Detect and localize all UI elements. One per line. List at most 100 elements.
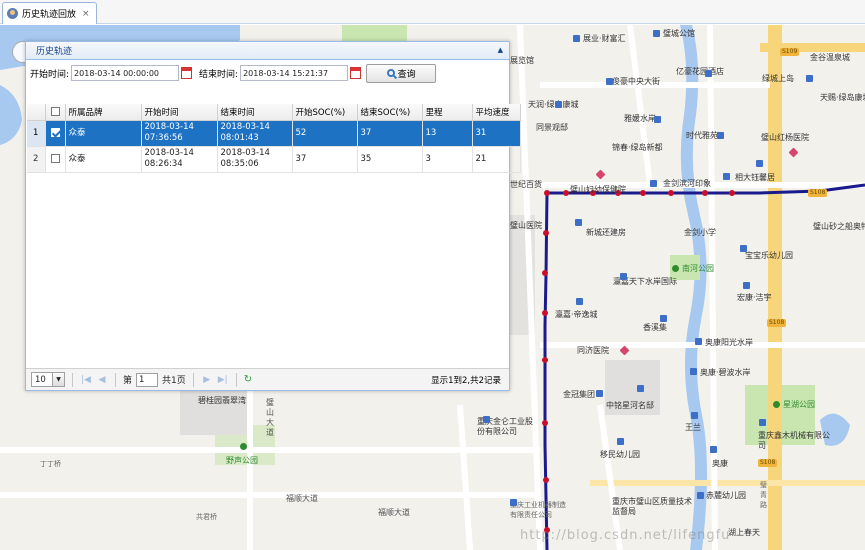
chevron-down-icon[interactable]: ▼: [52, 373, 64, 386]
map-label: 星湖公园: [783, 400, 815, 409]
poi-icon: [620, 273, 627, 280]
park-icon: [672, 265, 679, 272]
map-label: 璧城公馆: [663, 29, 695, 38]
col-mileage-header[interactable]: 里程: [422, 104, 473, 121]
poi-icon: [576, 298, 583, 305]
map-label: 重庆市璧山区质量技术监督局: [612, 497, 692, 516]
map-label: 重庆工业机器制造有限责任公司: [510, 501, 566, 519]
map-label: 璧山妇幼保健院: [570, 185, 626, 194]
page-size-value: 10: [35, 374, 46, 385]
poi-icon: [690, 368, 697, 375]
next-page-icon[interactable]: ▶: [201, 375, 213, 385]
calendar-icon[interactable]: [181, 67, 193, 79]
cell-start-soc: 52: [292, 120, 358, 147]
map-label: 移民幼儿园: [600, 450, 640, 459]
map-label: 福顺大道: [378, 508, 410, 517]
query-button-label: 查询: [397, 69, 416, 80]
row-select-cell[interactable]: [45, 146, 66, 173]
poi-icon: [705, 70, 712, 77]
poi-icon: [756, 160, 763, 167]
map-label: 亿豪花园酒店: [676, 67, 724, 76]
select-all-checkbox[interactable]: [50, 106, 60, 116]
refresh-icon[interactable]: ↻: [244, 374, 252, 385]
divider: [72, 372, 73, 387]
row-number: 1: [27, 120, 46, 147]
poi-icon: [555, 101, 562, 108]
divider: [235, 372, 237, 387]
map-label: 奥康: [712, 459, 728, 468]
poi-icon: [759, 419, 766, 426]
road-shield: S108: [758, 459, 778, 467]
col-start-time-header[interactable]: 开始时间: [141, 104, 218, 121]
tab-label: 历史轨迹回放: [22, 10, 77, 20]
row-checkbox[interactable]: [50, 127, 60, 137]
col-end-time-header[interactable]: 结束时间: [217, 104, 293, 121]
map-label: 共君桥: [196, 513, 217, 521]
map-label: 金剑滨河印象: [663, 179, 711, 188]
page-number-value: 1: [139, 374, 145, 385]
map-label: 时代雅苑: [686, 131, 718, 140]
cell-end-date: 2018-03-14: [220, 148, 270, 158]
poi-icon: [653, 30, 660, 37]
watermark: http://blog.csdn.net/lifengfu: [520, 528, 731, 543]
map-label: 同济医院: [577, 346, 609, 355]
poi-icon: [654, 116, 661, 123]
map-label: 璧山医院: [510, 221, 542, 230]
search-toolbar: 开始时间: 2018-03-14 00:00:00 结束时间: 2018-03-…: [26, 60, 509, 86]
map-label: 相大钰馨居: [735, 173, 775, 182]
poi-icon: [717, 132, 724, 139]
poi-icon: [650, 180, 657, 187]
map-label: 中铭星河名邸: [606, 401, 654, 410]
poi-icon: [596, 390, 603, 397]
cell-end-time: 2018-03-14 08:01:43: [217, 120, 293, 147]
poi-icon: [740, 245, 747, 252]
row-select-cell[interactable]: [45, 120, 66, 147]
map-label: 天赐·绿岛康城温泉度假: [820, 93, 865, 102]
road-shield: S108: [808, 189, 828, 197]
first-page-icon[interactable]: |◀: [80, 375, 92, 385]
tab-history-playback[interactable]: 历史轨迹回放 ×: [2, 2, 97, 24]
map-label: 绿城上岛: [762, 74, 794, 83]
last-page-icon[interactable]: ▶|: [217, 375, 229, 385]
prev-page-icon[interactable]: ◀: [96, 375, 108, 385]
cell-start-date: 2018-03-14: [144, 122, 194, 132]
end-time-label: 结束时间:: [199, 69, 239, 80]
poi-icon: [606, 78, 613, 85]
close-icon[interactable]: ×: [82, 9, 90, 19]
page-number-input[interactable]: 1: [136, 372, 159, 387]
select-all-header[interactable]: [45, 104, 66, 121]
poi-icon: [695, 338, 702, 345]
panel-title: 历史轨迹: [36, 47, 73, 57]
start-time-field[interactable]: 2018-03-14 00:00:00: [71, 65, 193, 81]
map-label: 金剑小学: [684, 228, 716, 237]
collapse-icon[interactable]: ▲: [498, 46, 503, 54]
table-row[interactable]: 1 众泰 2018-03-14 07:36:56 2018-03-14 08:01:…: [27, 120, 521, 147]
calendar-icon[interactable]: [350, 67, 362, 79]
cell-end-clock: 08:35:06: [220, 159, 259, 169]
map-label: 野声公园: [226, 456, 258, 465]
poi-icon: [617, 438, 624, 445]
pagination-bar: 10 ▼ |◀ ◀ 第 1 共1页 ▶ ▶| ↻ 显示1到2,共2记录: [26, 368, 509, 390]
map-label: 展览馆: [510, 56, 534, 65]
poi-icon: [510, 499, 517, 506]
query-button[interactable]: 查询: [366, 63, 437, 83]
cell-brand: 众泰: [65, 146, 142, 173]
row-number: 2: [27, 146, 46, 173]
map-label: 雅媛水岸: [624, 114, 656, 123]
poi-icon: [637, 385, 644, 392]
col-avg-speed-header[interactable]: 平均速度: [472, 104, 521, 121]
page-size-select[interactable]: 10 ▼: [31, 372, 65, 387]
col-brand-header[interactable]: 所属品牌: [65, 104, 142, 121]
map-label: 宝宝乐幼儿园: [745, 251, 793, 260]
col-start-soc-header[interactable]: 开始SOC(%): [292, 104, 358, 121]
col-end-soc-header[interactable]: 结束SOC(%): [357, 104, 423, 121]
end-time-field[interactable]: 2018-03-14 15:21:37: [240, 65, 362, 81]
map-label: 金冠集团: [563, 390, 595, 399]
poi-icon: [743, 282, 750, 289]
user-icon: [7, 8, 18, 19]
poi-icon: [691, 412, 698, 419]
map-label: 丁丁桥: [40, 460, 61, 468]
table-row[interactable]: 2 众泰 2018-03-14 08:26:34 2018-03-14 08:35:…: [27, 146, 521, 173]
cell-end-time: 2018-03-14 08:35:06: [217, 146, 293, 173]
row-checkbox[interactable]: [50, 153, 60, 163]
